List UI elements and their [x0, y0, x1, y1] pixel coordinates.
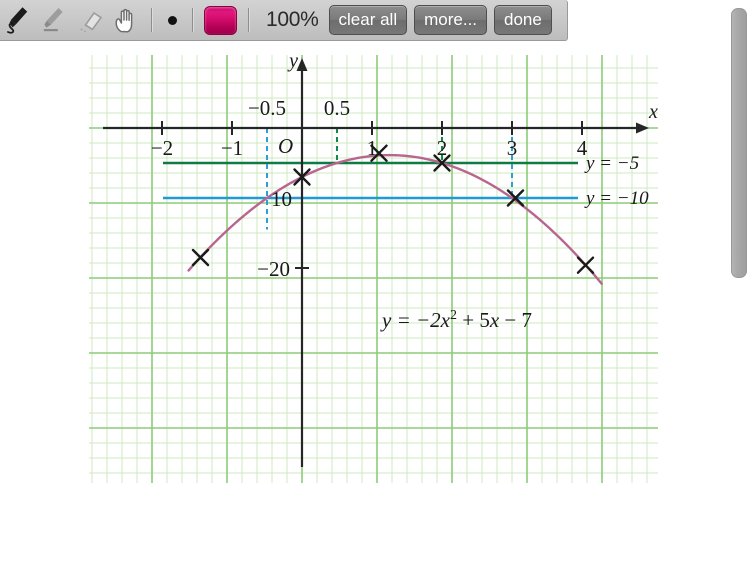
zoom-level-label: 100% [266, 8, 319, 31]
pen-tool[interactable] [0, 2, 36, 38]
eraser-tool[interactable] [72, 2, 108, 38]
parabola-path [187, 153, 603, 285]
vertical-scrollbar[interactable] [728, 0, 750, 563]
graph-canvas[interactable]: y = −5 y = −10 −2 −1 1 2 3 4 x y O 10 −20 −0.5 0.5 y = … [0, 41, 750, 563]
guide-label-pos-half: 0.5 [324, 96, 350, 120]
line-y-neg-5-label: y = −5 [584, 153, 639, 174]
done-button[interactable]: done [494, 5, 552, 35]
clear-all-button[interactable]: clear all [328, 5, 408, 35]
guide-label-neg-half: −0.5 [248, 96, 286, 120]
x-tick-label-3: 3 [507, 136, 518, 160]
toolbar-separator-2 [192, 8, 193, 32]
x-tick-label-1: 1 [367, 136, 378, 160]
color-swatch-button[interactable] [204, 5, 237, 35]
grid-major-lines [89, 55, 658, 483]
origin-label: O [278, 134, 293, 158]
grid-minor-lines [89, 55, 658, 483]
point-tool[interactable] [159, 2, 185, 38]
graph-svg: y = −5 y = −10 −2 −1 1 2 3 4 x y O 10 −20 −0.5 0.5 y = … [89, 50, 658, 483]
y-tick-label--20: −20 [257, 257, 290, 281]
x-tick-label-2: 2 [437, 136, 448, 160]
x-tick-label-4: 4 [577, 136, 588, 160]
pencil-tool[interactable] [36, 2, 72, 38]
y-axis-label: y [287, 50, 298, 72]
scroll-thumb[interactable] [731, 8, 747, 278]
more-button[interactable]: more... [414, 5, 488, 35]
equation-label: y = −2x2 + 5x − 7 [380, 308, 532, 332]
parabola-curve [187, 153, 603, 285]
y-axis-arrow [296, 58, 308, 71]
toolbar-separator-1 [151, 8, 152, 32]
x-axis-label: x [648, 101, 658, 123]
y-tick-label--10: 10 [271, 187, 292, 211]
line-y-neg-10-label: y = −10 [584, 188, 649, 209]
x-tick-label--1: −1 [221, 136, 243, 160]
toolbar-separator-3 [248, 8, 249, 32]
x-tick-label--2: −2 [151, 136, 173, 160]
horizontal-reference-lines [163, 161, 578, 200]
dot-icon [167, 15, 177, 25]
hand-tool[interactable] [108, 2, 144, 38]
drawing-toolbar: 100% clear all more... done [0, 0, 568, 41]
